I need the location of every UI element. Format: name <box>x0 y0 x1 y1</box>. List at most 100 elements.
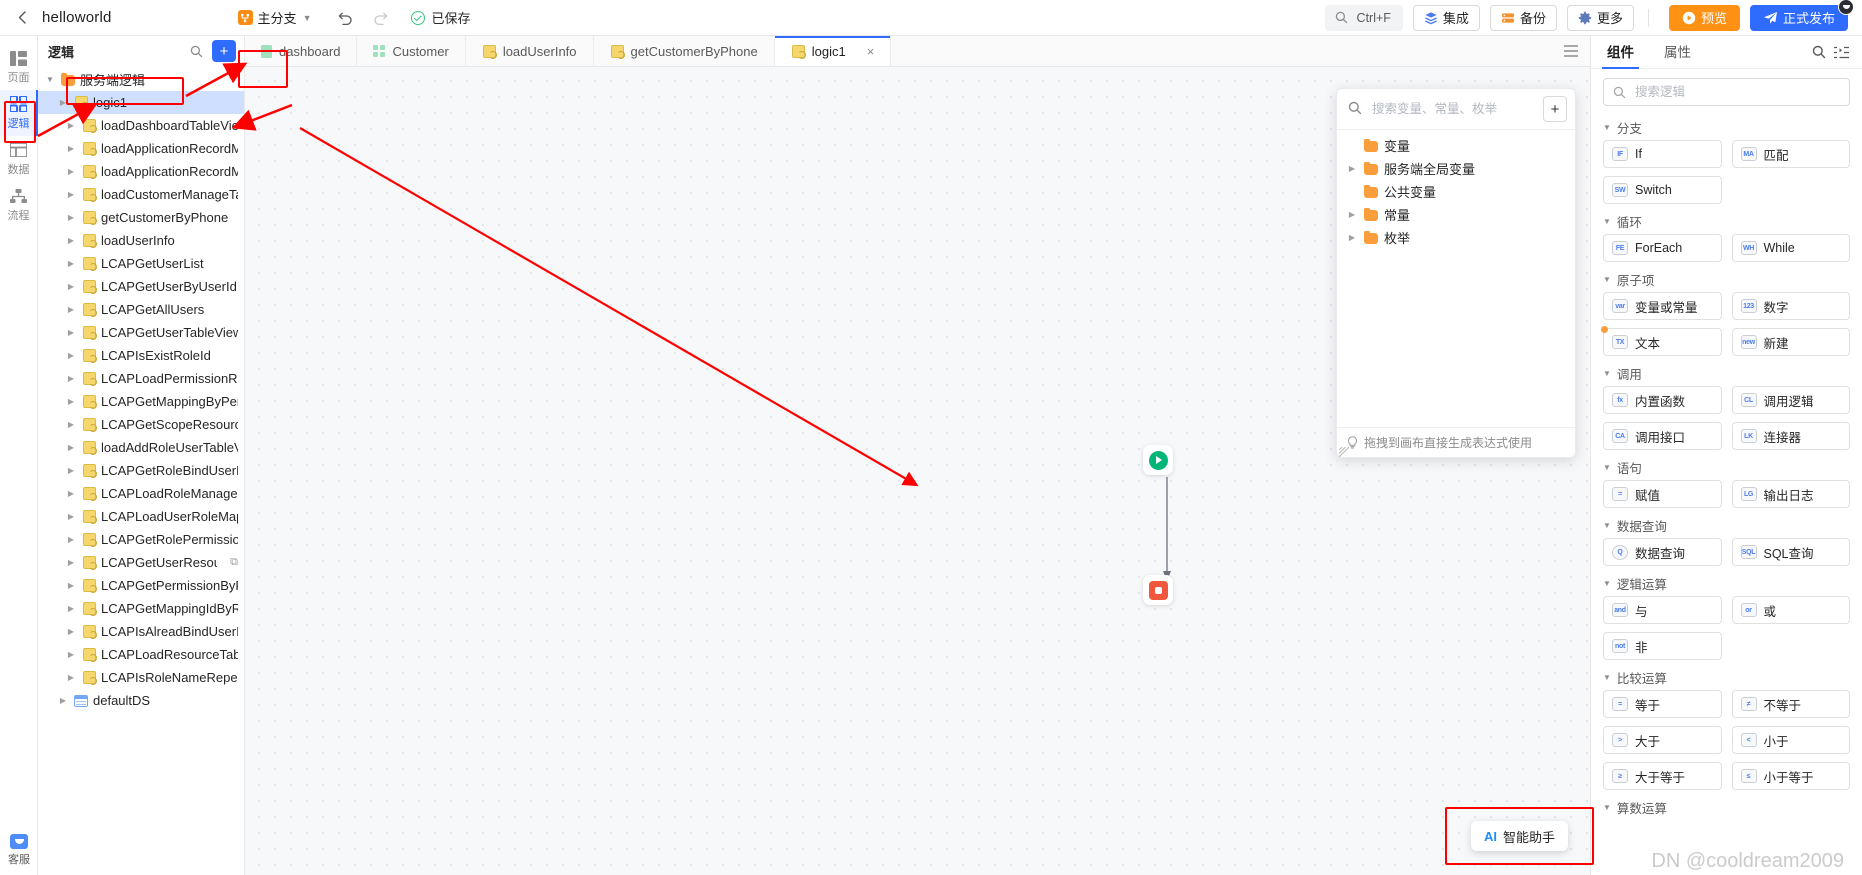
chevron-right-icon[interactable]: ▶ <box>65 236 77 245</box>
tree-row[interactable]: ▶ logic1 <box>38 91 244 114</box>
tree-row[interactable]: ▶ LCAPGetUserByUserId <box>38 275 244 298</box>
chevron-right-icon[interactable]: ▶ <box>65 673 77 682</box>
tab-properties[interactable]: 属性 <box>1662 36 1693 69</box>
component-item[interactable]: fx 内置函数 <box>1603 386 1722 414</box>
component-item[interactable]: LG 输出日志 <box>1731 480 1850 508</box>
rail-item-flow[interactable]: 流程 <box>0 182 38 228</box>
rail-item-pages[interactable]: 页面 <box>0 44 38 90</box>
component-group-header[interactable]: ▼ 比较运算 <box>1603 664 1850 690</box>
component-item[interactable]: MA 匹配 <box>1731 140 1850 168</box>
chevron-right-icon[interactable]: ▶ <box>65 282 77 291</box>
tree-row[interactable]: ▶ LCAPGetAllUsers <box>38 298 244 321</box>
component-group-header[interactable]: ▼ 调用 <box>1603 360 1850 386</box>
tab-components[interactable]: 组件 <box>1602 36 1639 69</box>
chevron-right-icon[interactable]: ▶ <box>65 558 77 567</box>
component-item[interactable]: var 变量或常量 <box>1603 292 1722 320</box>
component-item[interactable]: TX 文本 <box>1601 326 1722 356</box>
component-item[interactable]: IF If <box>1603 140 1722 168</box>
end-node[interactable] <box>1143 575 1173 605</box>
component-item[interactable]: SQL SQL查询 <box>1731 538 1850 566</box>
chevron-right-icon[interactable]: ▶ <box>65 328 77 337</box>
logic-search[interactable] <box>1603 78 1850 106</box>
component-group-header[interactable]: ▼ 原子项 <box>1603 266 1850 292</box>
chevron-right-icon[interactable]: ▶ <box>65 466 77 475</box>
tree-row[interactable]: ▶ LCAPGetPermissionByRoleId <box>38 574 244 597</box>
close-icon[interactable]: × <box>867 44 875 59</box>
component-item[interactable]: Q 数据查询 <box>1603 538 1722 566</box>
component-item[interactable]: FE ForEach <box>1603 234 1722 262</box>
variable-search-input[interactable] <box>1370 101 1535 117</box>
search-icon[interactable] <box>186 41 206 61</box>
search-icon[interactable] <box>1808 41 1830 63</box>
tree-row[interactable]: ▶ loadUserInfo <box>38 229 244 252</box>
tree-row[interactable]: ▶ loadApplicationRecordManage <box>38 160 244 183</box>
tree-row[interactable]: ▶ LCAPGetRoleBindUserList <box>38 459 244 482</box>
component-group-header[interactable]: ▼ 数据查询 <box>1603 512 1850 538</box>
component-item[interactable]: ≤ 小于等于 <box>1731 762 1850 790</box>
undo-icon[interactable] <box>333 5 359 31</box>
tab-loaduserinfo[interactable]: loadUserInfo <box>466 36 594 66</box>
tree-row[interactable]: ▶ LCAPLoadResourceTableView <box>38 643 244 666</box>
chevron-right-icon[interactable]: ▶ <box>65 489 77 498</box>
component-item[interactable]: > 大于 <box>1603 726 1722 754</box>
chevron-right-icon[interactable]: ▶ <box>1346 233 1358 242</box>
chevron-right-icon[interactable]: ▶ <box>65 512 77 521</box>
tree-row[interactable]: ▶ LCAPGetUserList <box>38 252 244 275</box>
chevron-down-icon[interactable]: ▼ <box>44 75 56 84</box>
tree-row[interactable]: ▶ LCAPIsAlreadBindUserIdList <box>38 620 244 643</box>
variable-row[interactable]: 变量 <box>1337 134 1575 157</box>
branch-selector[interactable]: 主分支 ▼ <box>237 8 311 27</box>
publish-button[interactable]: 正式发布 <box>1749 0 1854 31</box>
chevron-right-icon[interactable]: ▶ <box>65 351 77 360</box>
copy-icon[interactable]: ⧉ <box>230 556 238 569</box>
list-icon[interactable] <box>1552 36 1590 66</box>
component-group-header[interactable]: ▼ 语句 <box>1603 454 1850 480</box>
chevron-right-icon[interactable]: ▶ <box>65 167 77 176</box>
component-item[interactable]: 123 数字 <box>1731 292 1850 320</box>
component-item[interactable]: ≠ 不等于 <box>1731 690 1850 718</box>
search-shortcut-button[interactable]: Ctrl+F <box>1324 4 1403 31</box>
tree-row[interactable]: ▶ LCAPIsExistRoleId <box>38 344 244 367</box>
logic-search-input[interactable] <box>1633 84 1840 100</box>
chevron-right-icon[interactable]: ▶ <box>65 190 77 199</box>
more-button[interactable]: 更多 <box>1566 4 1634 31</box>
tree-row[interactable]: ▶ LCAPGetMappingByPermission <box>38 390 244 413</box>
component-group-header[interactable]: ▼ 逻辑运算 <box>1603 570 1850 596</box>
chevron-right-icon[interactable]: ▶ <box>65 627 77 636</box>
component-item[interactable]: not 非 <box>1603 632 1722 660</box>
chevron-right-icon[interactable]: ▶ <box>65 397 77 406</box>
back-icon[interactable] <box>12 8 32 28</box>
tree-row[interactable]: ▶ LCAPIsRoleNameRepeated <box>38 666 244 689</box>
chevron-right-icon[interactable]: ▶ <box>65 121 77 130</box>
component-item[interactable]: new 新建 <box>1731 328 1850 356</box>
component-item[interactable]: = 等于 <box>1603 690 1722 718</box>
chevron-right-icon[interactable]: ▶ <box>65 581 77 590</box>
component-library[interactable]: ▼ 分支 IF If MA 匹配 SW Switch ▼ 循环 FE ForEach WH While ▼ 原… <box>1591 112 1862 875</box>
chevron-right-icon[interactable]: ▶ <box>57 98 69 107</box>
component-item[interactable]: SW Switch <box>1603 176 1722 204</box>
chevron-right-icon[interactable]: ▶ <box>65 443 77 452</box>
variable-row[interactable]: ▶ 常量 <box>1337 203 1575 226</box>
tree-row[interactable]: ▶ LCAPGetRolePermissionList <box>38 528 244 551</box>
logic-tree-list[interactable]: ▼ 服务端逻辑 ▶ logic1 ▶ loadDashboardTableView_1 ▶ l… <box>38 66 244 875</box>
variable-row[interactable]: 公共变量 <box>1337 180 1575 203</box>
chevron-right-icon[interactable]: ▶ <box>65 420 77 429</box>
component-item[interactable]: ≥ 大于等于 <box>1603 762 1722 790</box>
redo-icon[interactable] <box>367 5 393 31</box>
variable-popup[interactable]: + 变量 ▶ 服务端全局变量公共变量 ▶ 常量 ▶ 枚举 拖拽到画布直接生成表达式使用 <box>1336 88 1576 458</box>
tree-row[interactable]: ▶ LCAPGetUserTableView <box>38 321 244 344</box>
tree-row[interactable]: ▶ loadDashboardTableView_1 <box>38 114 244 137</box>
tree-row[interactable]: ▶ getCustomerByPhone <box>38 206 244 229</box>
tree-row[interactable]: ▶ defaultDS <box>38 689 244 712</box>
rail-item-logic[interactable]: 逻辑 <box>0 90 38 136</box>
variable-list[interactable]: 变量 ▶ 服务端全局变量 公共变量 ▶ 常量 ▶ 枚举 <box>1337 129 1575 427</box>
component-group-header[interactable]: ▼ 分支 <box>1603 114 1850 140</box>
component-item[interactable]: LK 连接器 <box>1731 422 1850 450</box>
chevron-right-icon[interactable]: ▶ <box>65 144 77 153</box>
variable-row[interactable]: ▶ 枚举 <box>1337 226 1575 249</box>
tree-row[interactable]: ▶ LCAPGetMappingIdByRoleIdAn <box>38 597 244 620</box>
chevron-right-icon[interactable]: ▶ <box>65 213 77 222</box>
tab-dashboard[interactable]: dashboard <box>245 36 358 66</box>
tree-row[interactable]: ▶ LCAPGetScopeResourceByRoleI <box>38 413 244 436</box>
component-item[interactable]: = 赋值 <box>1603 480 1722 508</box>
